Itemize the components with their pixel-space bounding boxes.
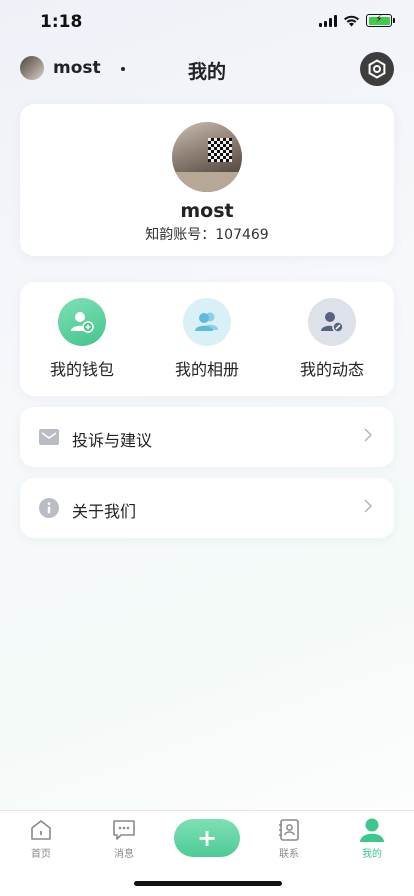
tab-profile[interactable]: 我的 (337, 817, 407, 860)
mail-icon (39, 429, 59, 445)
tab-contacts[interactable]: 联系 (254, 817, 324, 860)
chevron-right-icon (364, 428, 372, 442)
chevron-right-icon (364, 499, 372, 513)
cellular-signal-icon (319, 14, 337, 27)
activity-user-icon (308, 298, 356, 346)
wallet-button[interactable]: 我的钱包 (20, 298, 144, 380)
add-button[interactable]: + (174, 819, 240, 857)
tab-home-label: 首页 (31, 849, 51, 860)
settings-button[interactable] (360, 52, 394, 86)
info-icon (39, 498, 59, 518)
contacts-icon (276, 817, 302, 843)
status-icons: ⚡ (319, 14, 395, 27)
status-time: 1:18 (40, 12, 83, 32)
feedback-label: 投诉与建议 (72, 431, 153, 450)
tab-messages-label: 消息 (114, 849, 134, 860)
wallet-user-icon (58, 298, 106, 346)
account-id: 知韵账号：107469 (145, 227, 269, 243)
plus-icon: + (196, 824, 218, 852)
about-row[interactable]: 关于我们 (20, 478, 394, 538)
album-button[interactable]: 我的相册 (145, 298, 269, 380)
settings-icon (368, 59, 386, 79)
feedback-row[interactable]: 投诉与建议 (20, 407, 394, 467)
header: most 我的 (0, 48, 414, 90)
home-icon (28, 817, 54, 843)
album-users-icon (183, 298, 231, 346)
about-label: 关于我们 (72, 502, 137, 521)
quick-actions-card: 我的钱包 我的相册 我的动态 (20, 282, 394, 396)
activity-label: 我的动态 (299, 360, 364, 379)
tab-profile-label: 我的 (362, 849, 382, 860)
wifi-icon (344, 15, 359, 26)
activity-button[interactable]: 我的动态 (270, 298, 394, 380)
profile-icon (359, 817, 385, 843)
battery-icon: ⚡ (366, 14, 395, 27)
album-label: 我的相册 (174, 360, 239, 379)
status-bar: 1:18 ⚡ (0, 0, 414, 44)
tab-messages[interactable]: 消息 (89, 817, 159, 860)
wallet-label: 我的钱包 (49, 360, 114, 379)
tab-contacts-label: 联系 (279, 849, 299, 860)
message-icon (111, 817, 137, 843)
page-title: 我的 (187, 61, 226, 83)
home-indicator (134, 881, 282, 886)
profile-name: most (180, 200, 234, 222)
profile-card: most 知韵账号：107469 (20, 104, 394, 256)
tab-home[interactable]: 首页 (6, 817, 76, 860)
profile-avatar[interactable] (172, 122, 242, 192)
